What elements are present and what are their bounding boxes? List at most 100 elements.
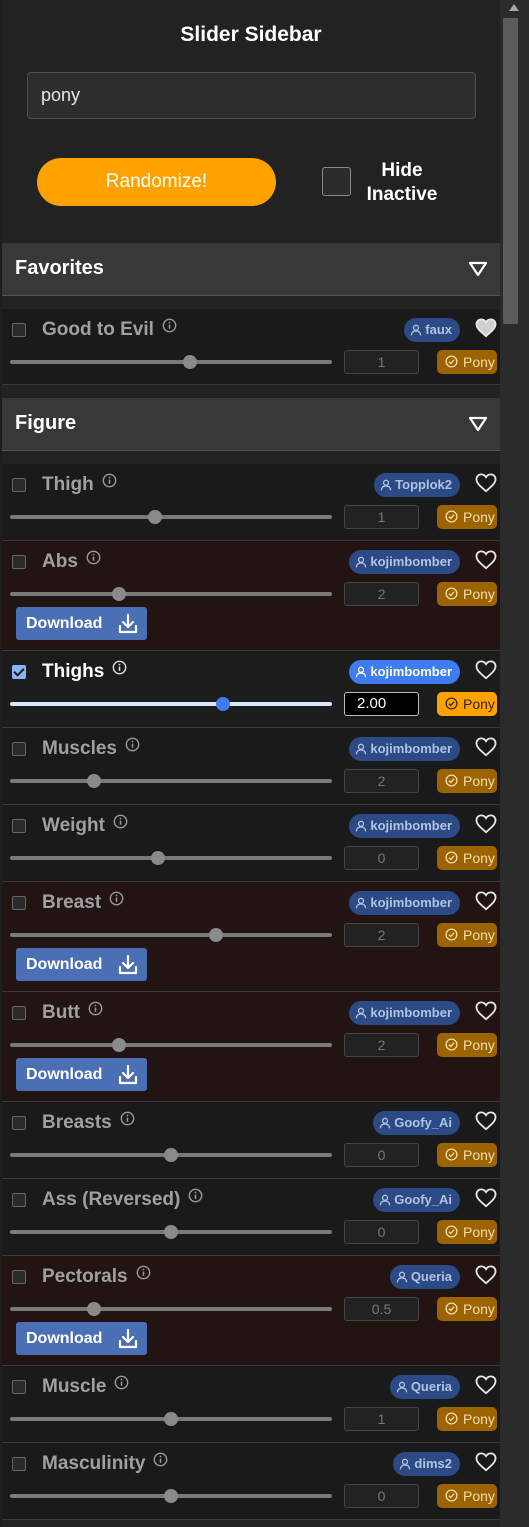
enable-checkbox[interactable] <box>12 742 26 756</box>
value-input[interactable]: 2.00 <box>344 692 419 716</box>
slider-handle[interactable] <box>209 928 223 942</box>
value-input[interactable]: 0 <box>344 1143 419 1167</box>
enable-checkbox[interactable] <box>12 1270 26 1284</box>
slider-track[interactable] <box>10 587 332 601</box>
enable-checkbox[interactable] <box>12 1116 26 1130</box>
info-icon[interactable] <box>112 659 127 681</box>
info-icon[interactable] <box>114 1374 129 1396</box>
randomize-button[interactable]: Randomize! <box>37 158 276 206</box>
slider-track[interactable] <box>10 774 332 788</box>
favorite-heart-icon[interactable] <box>475 318 497 343</box>
favorite-heart-icon[interactable] <box>475 550 497 575</box>
slider-track[interactable] <box>10 697 332 711</box>
author-badge[interactable]: Goofy_Ai <box>373 1111 460 1135</box>
collapse-triangle-icon[interactable] <box>468 416 488 437</box>
slider-track[interactable] <box>10 1489 332 1503</box>
slider-track[interactable] <box>10 510 332 524</box>
value-input[interactable]: 2 <box>344 1033 419 1057</box>
favorite-heart-icon[interactable] <box>475 891 497 916</box>
value-input[interactable]: 2 <box>344 582 419 606</box>
slider-track[interactable] <box>10 355 332 369</box>
slider-handle[interactable] <box>183 355 197 369</box>
favorite-heart-icon[interactable] <box>475 1265 497 1290</box>
slider-track[interactable] <box>10 1302 332 1316</box>
info-icon[interactable] <box>153 1451 168 1473</box>
author-badge[interactable]: dims2 <box>393 1452 460 1476</box>
scrollbar[interactable] <box>500 0 529 1527</box>
value-input[interactable]: 1 <box>344 1407 419 1431</box>
info-icon[interactable] <box>113 813 128 835</box>
value-input[interactable]: 2 <box>344 923 419 947</box>
info-icon[interactable] <box>86 549 101 571</box>
enable-checkbox[interactable] <box>12 665 26 679</box>
section-figure[interactable]: Figure <box>2 398 500 451</box>
slider-handle[interactable] <box>87 774 101 788</box>
slider-handle[interactable] <box>164 1489 178 1503</box>
enable-checkbox[interactable] <box>12 555 26 569</box>
favorite-heart-icon[interactable] <box>475 660 497 685</box>
slider-handle[interactable] <box>164 1225 178 1239</box>
enable-checkbox[interactable] <box>12 1380 26 1394</box>
enable-checkbox[interactable] <box>12 323 26 337</box>
author-badge[interactable]: kojimbomber <box>349 891 460 915</box>
value-input[interactable]: 0 <box>344 1484 419 1508</box>
info-icon[interactable] <box>120 1110 135 1132</box>
enable-checkbox[interactable] <box>12 1193 26 1207</box>
info-icon[interactable] <box>102 472 117 494</box>
download-button[interactable]: Download <box>16 1322 147 1355</box>
info-icon[interactable] <box>136 1264 151 1286</box>
enable-checkbox[interactable] <box>12 1457 26 1471</box>
enable-checkbox[interactable] <box>12 478 26 492</box>
value-input[interactable]: 2 <box>344 769 419 793</box>
download-button[interactable]: Download <box>16 948 147 981</box>
download-button[interactable]: Download <box>16 1058 147 1091</box>
info-icon[interactable] <box>125 736 140 758</box>
author-badge[interactable]: Topplok2 <box>374 473 460 497</box>
slider-handle[interactable] <box>148 510 162 524</box>
slider-handle[interactable] <box>164 1412 178 1426</box>
scrollbar-thumb[interactable] <box>503 18 518 324</box>
section-favorites[interactable]: Favorites <box>2 243 500 296</box>
enable-checkbox[interactable] <box>12 819 26 833</box>
slider-track[interactable] <box>10 1225 332 1239</box>
info-icon[interactable] <box>188 1187 203 1209</box>
info-icon[interactable] <box>109 890 124 912</box>
author-badge[interactable]: kojimbomber <box>349 814 460 838</box>
slider-track[interactable] <box>10 851 332 865</box>
author-badge[interactable]: Queria <box>389 1265 460 1289</box>
favorite-heart-icon[interactable] <box>475 473 497 498</box>
author-badge[interactable]: faux <box>404 318 460 342</box>
slider-handle[interactable] <box>151 851 165 865</box>
value-input[interactable]: 0 <box>344 1220 419 1244</box>
slider-handle[interactable] <box>87 1302 101 1316</box>
slider-track[interactable] <box>10 1038 332 1052</box>
enable-checkbox[interactable] <box>12 1006 26 1020</box>
favorite-heart-icon[interactable] <box>475 1452 497 1477</box>
slider-track[interactable] <box>10 1148 332 1162</box>
slider-handle[interactable] <box>216 697 230 711</box>
enable-checkbox[interactable] <box>12 896 26 910</box>
hide-inactive-label[interactable]: Hide Inactive <box>360 159 444 207</box>
scroll-up-arrow-icon[interactable] <box>509 4 519 11</box>
value-input[interactable]: 0.5 <box>344 1297 419 1321</box>
slider-track[interactable] <box>10 1412 332 1426</box>
info-icon[interactable] <box>88 1000 103 1022</box>
favorite-heart-icon[interactable] <box>475 737 497 762</box>
collapse-triangle-icon[interactable] <box>468 261 488 282</box>
slider-track[interactable] <box>10 928 332 942</box>
author-badge[interactable]: kojimbomber <box>349 1001 460 1025</box>
search-input[interactable] <box>27 72 476 119</box>
value-input[interactable]: 0 <box>344 846 419 870</box>
author-badge[interactable]: kojimbomber <box>349 550 460 574</box>
favorite-heart-icon[interactable] <box>475 1375 497 1400</box>
author-badge[interactable]: Queria <box>389 1375 460 1399</box>
hide-inactive-checkbox[interactable] <box>322 167 351 196</box>
favorite-heart-icon[interactable] <box>475 1001 497 1026</box>
value-input[interactable]: 1 <box>344 505 419 529</box>
author-badge[interactable]: Goofy_Ai <box>373 1188 460 1212</box>
favorite-heart-icon[interactable] <box>475 1111 497 1136</box>
author-badge[interactable]: kojimbomber <box>349 737 460 761</box>
info-icon[interactable] <box>162 317 177 339</box>
slider-handle[interactable] <box>112 1038 126 1052</box>
slider-handle[interactable] <box>112 587 126 601</box>
